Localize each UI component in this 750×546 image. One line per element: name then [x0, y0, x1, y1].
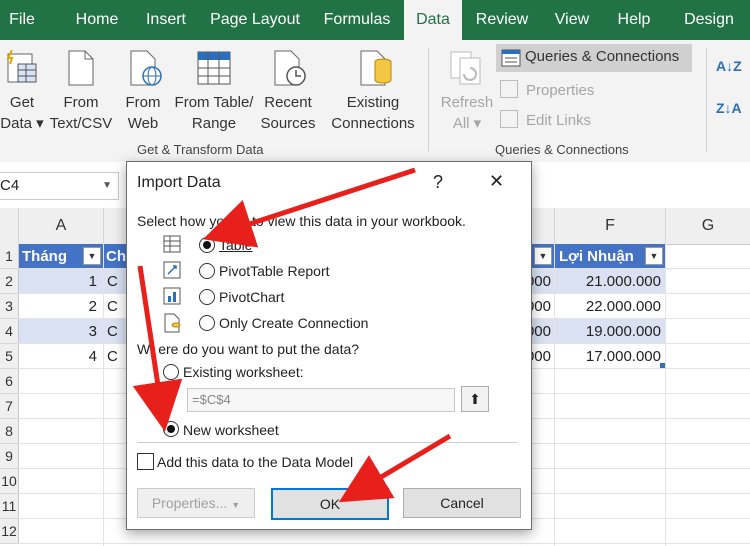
- arrow-to-new-worksheet: [132, 265, 183, 432]
- arrow-to-ok: [338, 433, 452, 503]
- annotation-arrows: [132, 167, 452, 503]
- arrow-to-table: [202, 167, 416, 248]
